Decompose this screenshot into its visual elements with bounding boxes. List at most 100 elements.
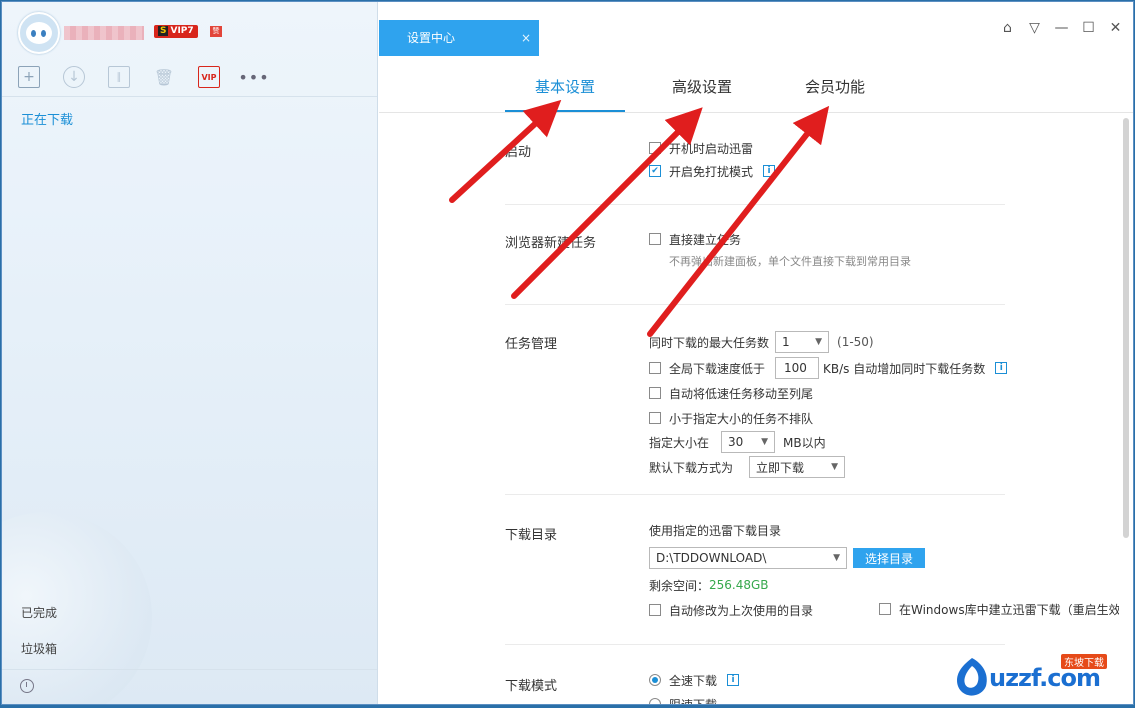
option-limited-speed[interactable]: 限速下载 (649, 696, 717, 704)
trash-icon[interactable]: 🗑 (153, 66, 175, 88)
option-label: 全速下载 (669, 673, 718, 688)
option-direct-task[interactable]: 直接建立任务 (649, 231, 741, 247)
panel-tab-settings-center[interactable]: 设置中心 × (379, 20, 539, 56)
option-full-speed[interactable]: 全速下载 i (649, 672, 740, 688)
more-icon[interactable]: ••• (238, 66, 268, 88)
avatar-eye-icon (41, 30, 46, 37)
option-move-slow[interactable]: 自动将低速任务移动至列尾 (649, 385, 813, 401)
watermark-logo: 东坡下载 uzzf.com (949, 652, 1129, 702)
option-label: 开启免打扰模式 (669, 164, 754, 179)
chevron-down-icon: ▼ (815, 337, 823, 347)
section-label-task: 任务管理 (505, 337, 558, 352)
section-divider (505, 494, 1005, 495)
username-blurred[interactable] (64, 26, 144, 40)
pause-icon[interactable]: ∥ (108, 66, 130, 88)
info-icon[interactable]: i (763, 165, 776, 177)
panel-tab-strip: 设置中心 × ⌂ ▽ — ☐ ✕ (379, 2, 1133, 56)
speed-suffix: KB/s 自动增加同时下载任务数 (823, 361, 986, 376)
checkbox[interactable] (649, 362, 661, 374)
select-value: 1 (782, 335, 790, 349)
checkbox[interactable] (649, 142, 661, 154)
option-hint: 不再弹出新建面板，单个文件直接下载到常用目录 (669, 255, 911, 268)
new-task-icon[interactable]: + (18, 66, 40, 88)
max-tasks-select[interactable]: 1 ▼ (775, 331, 830, 353)
badge-icon[interactable]: 赞 (210, 26, 222, 37)
close-tab-icon[interactable]: × (521, 20, 531, 56)
checkbox-checked[interactable]: ✔ (649, 165, 661, 177)
chevron-down-icon: ▼ (761, 437, 769, 447)
default-mode-select[interactable]: 立即下载 ▼ (749, 456, 846, 478)
close-icon[interactable]: ✕ (1108, 20, 1123, 36)
free-space-label: 剩余空间： (649, 578, 710, 593)
tab-basic-settings[interactable]: 基本设置 (505, 76, 625, 112)
vip-level-badge[interactable]: S VIP7 (154, 25, 198, 38)
scrollbar[interactable] (1123, 118, 1129, 538)
checkbox[interactable] (649, 387, 661, 399)
row-free-space: 剩余空间： 256.48GB (649, 577, 769, 593)
menu-icon[interactable]: ▽ (1027, 20, 1042, 36)
row-size-limit: 指定大小在 30 ▼ MB以内 (649, 431, 826, 453)
option-label: 自动将低速任务移动至列尾 (669, 386, 814, 401)
nav-item-downloading[interactable]: 正在下载 (21, 109, 73, 128)
section-label-download-mode: 下载模式 (505, 679, 558, 694)
app-window: S VIP7 赞 + ↓ ∥ 🗑 VIP ••• 正在下载 已完成 垃圾箱 设置中… (1, 1, 1134, 705)
alarm-clock-icon[interactable] (20, 679, 34, 693)
size-unit: MB以内 (783, 435, 826, 450)
option-label: 全局下载速度低于 (669, 361, 766, 376)
option-boot-start[interactable]: 开机时启动迅雷 (649, 140, 753, 156)
choose-dir-button[interactable]: 选择目录 (853, 548, 926, 568)
settings-tabs: 基本设置 高级设置 会员功能 (379, 56, 1133, 113)
checkbox[interactable] (649, 233, 661, 245)
section-label-browser: 浏览器新建任务 (505, 236, 597, 251)
row-default-mode: 默认下载方式为 立即下载 ▼ (649, 456, 846, 478)
nav-item-completed[interactable]: 已完成 (21, 604, 57, 621)
row-speed-threshold: 全局下载速度低于 100 KB/s 自动增加同时下载任务数 i (649, 357, 1008, 379)
info-icon[interactable]: i (995, 362, 1008, 374)
max-tasks-label: 同时下载的最大任务数 (649, 335, 770, 350)
option-small-no-queue[interactable]: 小于指定大小的任务不排队 (649, 410, 813, 426)
vip-icon[interactable]: VIP (198, 66, 220, 88)
checkbox[interactable] (879, 603, 891, 615)
option-windows-library[interactable]: 在Windows库中建立迅雷下载（重启生效） (879, 601, 1119, 617)
maximize-icon[interactable]: ☐ (1081, 20, 1096, 36)
free-space-value: 256.48GB (709, 578, 769, 592)
tab-member-features[interactable]: 会员功能 (775, 76, 895, 112)
window-controls: ⌂ ▽ — ☐ ✕ (1000, 20, 1123, 36)
size-select[interactable]: 30 ▼ (721, 431, 776, 453)
nav-item-trash[interactable]: 垃圾箱 (21, 640, 57, 657)
row-max-tasks: 同时下载的最大任务数 1 ▼ (1-50) (649, 331, 874, 353)
divider (2, 669, 377, 670)
option-label: 直接建立任务 (669, 232, 742, 247)
speed-threshold-input[interactable]: 100 (775, 357, 820, 379)
max-tasks-range: (1-50) (837, 335, 874, 349)
radio[interactable] (649, 698, 661, 704)
option-no-disturb[interactable]: ✔ 开启免打扰模式 i (649, 163, 776, 179)
section-label-startup: 启动 (505, 145, 532, 160)
download-icon[interactable]: ↓ (63, 66, 85, 88)
chevron-down-icon: ▼ (833, 553, 840, 563)
vip-level-text: VIP7 (170, 26, 194, 36)
radio-selected[interactable] (649, 674, 661, 686)
left-toolbar: + ↓ ∥ 🗑 VIP ••• (18, 66, 288, 88)
info-icon[interactable]: i (727, 674, 740, 686)
select-value: 立即下载 (756, 460, 805, 475)
tab-advanced-settings[interactable]: 高级设置 (642, 76, 762, 112)
skin-icon[interactable]: ⌂ (1000, 20, 1015, 36)
checkbox[interactable] (649, 412, 661, 424)
select-value: D:\TDDOWNLOAD\ (656, 551, 767, 565)
watermark-emblem-icon (957, 658, 987, 696)
section-divider (505, 304, 1005, 305)
dir-path-select[interactable]: D:\TDDOWNLOAD\ ▼ (649, 547, 847, 569)
settings-panel: 设置中心 × ⌂ ▽ — ☐ ✕ 基本设置 高级设置 会员功能 启动 开机时启动… (379, 2, 1133, 704)
vip-s-mark: S (158, 26, 169, 36)
use-dir-label: 使用指定的迅雷下载目录 (649, 523, 782, 538)
checkbox[interactable] (649, 604, 661, 616)
watermark-text: uzzf.com (989, 664, 1101, 692)
select-value: 30 (728, 435, 744, 449)
option-auto-last-dir[interactable]: 自动修改为上次使用的目录 (649, 602, 813, 618)
minimize-icon[interactable]: — (1054, 20, 1069, 36)
avatar[interactable] (18, 12, 60, 54)
option-label: 小于指定大小的任务不排队 (669, 411, 814, 426)
avatar-eye-icon (31, 30, 36, 37)
chevron-down-icon: ▼ (831, 462, 839, 472)
